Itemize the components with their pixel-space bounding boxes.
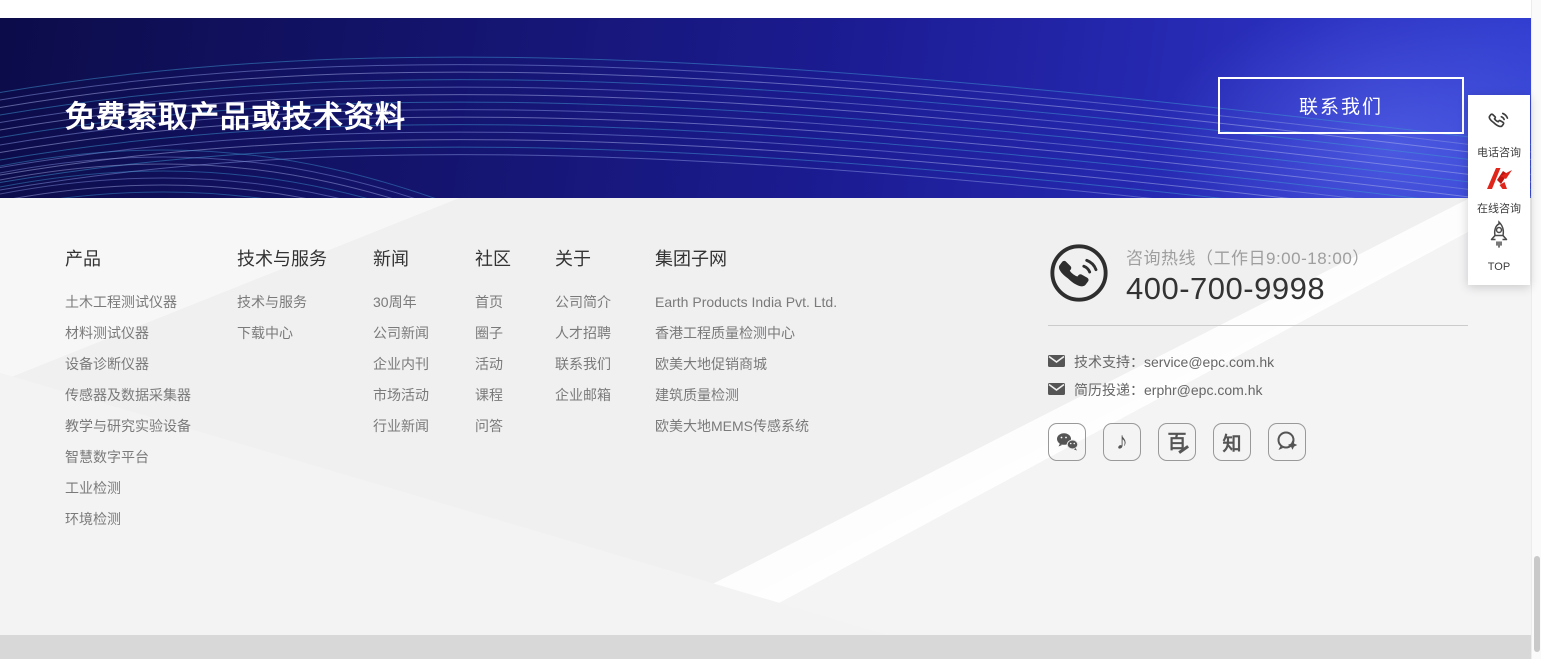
footer-link[interactable]: 环境检测 [65,504,237,535]
footer-column: 关于公司简介人才招聘联系我们企业邮箱 [555,248,655,535]
bottom-bar [0,635,1531,659]
footer-link[interactable]: 欧美大地MEMS传感系统 [655,411,905,442]
footer-column: 技术与服务技术与服务下载中心 [237,248,373,535]
divider [1048,325,1468,326]
wechat-channels-icon[interactable] [1268,423,1306,461]
footer-column-title: 新闻 [373,248,475,270]
footer-link-list: 30周年公司新闻企业内刊市场活动行业新闻 [373,287,475,442]
footer-link[interactable]: 30周年 [373,287,475,318]
email-row[interactable]: 简历投递：erphr@epc.com.hk [1048,380,1468,400]
phone-icon [1484,105,1514,140]
envelope-icon [1048,354,1065,370]
brand-logo-icon [1484,165,1514,196]
footer-link[interactable]: 联系我们 [555,349,655,380]
footer-link[interactable]: 设备诊断仪器 [65,349,237,380]
footer-link[interactable]: Earth Products India Pvt. Ltd. [655,287,905,318]
footer-column: 集团子网 Earth Products India Pvt. Ltd.香港工程质量… [655,248,905,535]
footer-link[interactable]: 首页 [475,287,555,318]
footer-nav-columns: 产品土木工程测试仪器材料测试仪器设备诊断仪器传感器及数据采集器教学与研究实验设备… [65,248,905,535]
footer-link[interactable]: 工业检测 [65,473,237,504]
float-item-label: 在线咨询 [1477,200,1521,216]
page: 免费索取产品或技术资料 联系我们 产品土木工程测试仪器材料测试仪器设备诊断仪器传… [0,0,1541,659]
footer-column-title: 产品 [65,248,237,270]
footer-link[interactable]: 公司简介 [555,287,655,318]
footer-link[interactable]: 欧美大地促销商城 [655,349,905,380]
float-item-在线咨询[interactable]: 在线咨询 [1477,165,1521,216]
zhihu-icon[interactable]: 知 [1213,423,1251,461]
footer-column: 社区首页圈子活动课程问答 [475,248,555,535]
footer-column: 产品土木工程测试仪器材料测试仪器设备诊断仪器传感器及数据采集器教学与研究实验设备… [65,248,237,535]
footer-link[interactable]: 市场活动 [373,380,475,411]
footer-link[interactable]: 企业内刊 [373,349,475,380]
footer-contact-block: 咨询热线（工作日9:00-18:00） 400-700-9998 技术支持：se… [1048,242,1468,461]
footer-link[interactable]: 圈子 [475,318,555,349]
float-item-TOP[interactable]: TOP [1485,220,1513,273]
email-text: 技术支持：service@epc.com.hk [1074,352,1274,372]
footer-column: 新闻 30周年公司新闻企业内刊市场活动行业新闻 [373,248,475,535]
footer-link-list: 技术与服务下载中心 [237,287,373,349]
footer-column-title: 关于 [555,248,655,270]
footer: 产品土木工程测试仪器材料测试仪器设备诊断仪器传感器及数据采集器教学与研究实验设备… [0,198,1531,635]
footer-link[interactable]: 土木工程测试仪器 [65,287,237,318]
float-item-label: 电话咨询 [1477,144,1521,160]
baijiahao-icon[interactable]: 百 [1158,423,1196,461]
douyin-icon[interactable]: ♪ [1103,423,1141,461]
footer-link-list: 公司简介人才招聘联系我们企业邮箱 [555,287,655,411]
envelope-icon [1048,382,1065,398]
footer-link-list: Earth Products India Pvt. Ltd.香港工程质量检测中心… [655,287,905,442]
footer-link[interactable]: 智慧数字平台 [65,442,237,473]
footer-link[interactable]: 行业新闻 [373,411,475,442]
hotline-number: 400-700-9998 [1126,271,1370,307]
rocket-icon [1485,220,1513,257]
footer-link[interactable]: 人才招聘 [555,318,655,349]
contact-us-button[interactable]: 联系我们 [1218,77,1464,134]
footer-link-list: 首页圈子活动课程问答 [475,287,555,442]
footer-column-title: 技术与服务 [237,248,373,270]
footer-link[interactable]: 香港工程质量检测中心 [655,318,905,349]
social-links: ♪ 百知 [1048,423,1468,461]
footer-link[interactable]: 企业邮箱 [555,380,655,411]
footer-link-list: 土木工程测试仪器材料测试仪器设备诊断仪器传感器及数据采集器教学与研究实验设备智慧… [65,287,237,535]
footer-link[interactable]: 公司新闻 [373,318,475,349]
hotline-texts: 咨询热线（工作日9:00-18:00） 400-700-9998 [1126,244,1370,307]
footer-link[interactable]: 课程 [475,380,555,411]
footer-link[interactable]: 活动 [475,349,555,380]
footer-link[interactable]: 传感器及数据采集器 [65,380,237,411]
email-row[interactable]: 技术支持：service@epc.com.hk [1048,352,1468,372]
footer-link[interactable]: 下载中心 [237,318,373,349]
wechat-icon[interactable] [1048,423,1086,461]
email-text: 简历投递：erphr@epc.com.hk [1074,380,1262,400]
footer-link[interactable]: 材料测试仪器 [65,318,237,349]
float-item-电话咨询[interactable]: 电话咨询 [1477,105,1521,160]
cta-banner: 免费索取产品或技术资料 联系我们 [0,18,1531,198]
footer-column-title: 集团子网 [655,248,905,270]
scrollbar-thumb[interactable] [1534,556,1540,652]
footer-link[interactable]: 技术与服务 [237,287,373,318]
float-item-label: TOP [1488,261,1510,273]
scrollbar[interactable] [1531,0,1541,659]
hotline: 咨询热线（工作日9:00-18:00） 400-700-9998 [1048,242,1468,309]
footer-link[interactable]: 问答 [475,411,555,442]
floating-side-panel: 电话咨询在线咨询 TOP [1468,95,1530,285]
hotline-label: 咨询热线（工作日9:00-18:00） [1126,244,1370,269]
footer-link[interactable]: 建筑质量检测 [655,380,905,411]
footer-column-title: 社区 [475,248,555,270]
phone-circle-icon [1048,242,1110,309]
footer-link[interactable]: 教学与研究实验设备 [65,411,237,442]
email-list: 技术支持：service@epc.com.hk 简历投递：erphr@epc.co… [1048,352,1468,400]
banner-title: 免费索取产品或技术资料 [65,92,406,136]
